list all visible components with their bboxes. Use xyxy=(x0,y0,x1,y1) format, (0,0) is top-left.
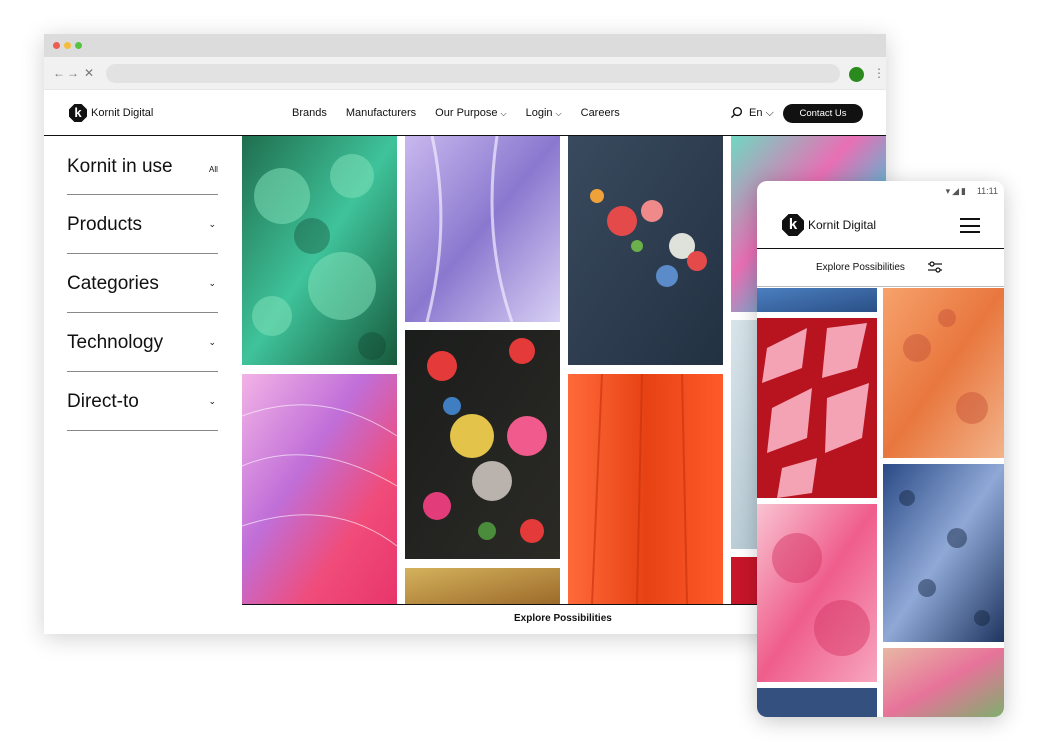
chevron-down-icon: ⌄ xyxy=(208,278,216,288)
chevron-down-icon: ⌄ xyxy=(208,219,216,229)
kornit-logo-mark-icon: k xyxy=(782,214,804,236)
nav-item-login[interactable]: Login ⌵ xyxy=(526,107,562,119)
kornit-logo-text: Kornit Digital xyxy=(91,107,154,119)
contact-us-button[interactable]: Contact Us xyxy=(783,104,863,123)
sidebar-item-categories[interactable]: Categories ⌄ xyxy=(67,273,218,295)
profile-avatar-icon[interactable] xyxy=(849,67,864,82)
chevron-down-icon: ⌄ xyxy=(208,337,216,347)
sidebar-divider xyxy=(67,194,218,195)
maximize-window-icon[interactable] xyxy=(75,42,82,49)
nav-item-label: Manufacturers xyxy=(345,107,417,119)
filter-all-link[interactable]: All xyxy=(209,165,218,174)
nav-item-label: Brands xyxy=(292,107,327,119)
kornit-logo-text: Kornit Digital xyxy=(808,218,877,232)
browser-menu-icon[interactable]: ⋮ xyxy=(873,65,885,81)
sidebar-divider xyxy=(67,430,218,431)
nav-item-our-purpose[interactable]: Our Purpose ⌵ xyxy=(435,107,506,119)
forward-arrow-icon[interactable]: → xyxy=(67,66,79,80)
nav-item-label: Careers xyxy=(580,107,620,119)
sidebar-divider xyxy=(67,371,218,372)
sidebar-item-label: Categories xyxy=(67,273,159,294)
status-time: 11:11 xyxy=(976,186,998,196)
language-selector[interactable]: En ⌵ xyxy=(749,107,774,120)
sidebar-item-label: Direct-to xyxy=(67,391,139,412)
minimize-window-icon[interactable] xyxy=(64,42,71,49)
sidebar-item-technology[interactable]: Technology ⌄ xyxy=(67,332,218,354)
address-bar[interactable] xyxy=(106,64,840,83)
stop-loading-icon[interactable]: ✕ xyxy=(84,66,94,80)
signal-battery-icon: ▾◢▮ xyxy=(945,186,968,196)
site-header: k Kornit Digital Brands Manufacturers Our … xyxy=(44,90,886,136)
nav-item-brands[interactable]: Brands xyxy=(292,107,327,119)
explore-possibilities-link[interactable]: Explore Possibilities xyxy=(514,613,612,624)
kornit-logo[interactable]: k Kornit Digital xyxy=(69,104,153,122)
chevron-down-icon: ⌵ xyxy=(500,109,507,118)
mobile-header: k Kornit Digital xyxy=(757,203,1004,249)
search-icon[interactable] xyxy=(730,106,743,119)
mobile-device-view: ▾◢▮ 11:11 k Kornit Digital Explore Possi… xyxy=(757,181,1004,717)
hamburger-menu-icon[interactable] xyxy=(960,218,980,233)
browser-titlebar xyxy=(44,34,886,57)
sidebar-item-direct-to[interactable]: Direct-to ⌄ xyxy=(67,391,218,413)
mobile-kornit-logo[interactable]: k Kornit Digital xyxy=(782,214,876,236)
sidebar-item-label: Technology xyxy=(67,332,164,353)
sidebar-item-label: Products xyxy=(67,214,142,235)
mobile-explore-label[interactable]: Explore Possibilities xyxy=(816,262,905,273)
sidebar-item-products[interactable]: Products ⌄ xyxy=(67,214,218,236)
filter-sliders-icon[interactable] xyxy=(928,261,942,273)
sidebar-title: Kornit in use xyxy=(67,156,173,177)
sidebar-divider xyxy=(67,253,218,254)
mobile-image-grid xyxy=(757,288,1004,717)
sidebar-divider xyxy=(67,312,218,313)
browser-toolbar: ← → ✕ ⋮ xyxy=(44,57,886,90)
kornit-logo-mark-icon: k xyxy=(69,104,87,122)
mobile-inspiration-tiles xyxy=(757,288,1004,717)
close-window-icon[interactable] xyxy=(53,42,60,49)
nav-item-careers[interactable]: Careers xyxy=(581,107,620,119)
mobile-explore-bar[interactable]: Explore Possibilities xyxy=(757,249,1004,287)
mobile-status-bar: ▾◢▮ 11:11 xyxy=(757,181,1004,203)
nav-item-label: Our Purpose xyxy=(435,107,498,119)
chevron-down-icon: ⌵ xyxy=(555,109,562,118)
nav-item-label: Login xyxy=(525,107,553,119)
back-arrow-icon[interactable]: ← xyxy=(53,66,65,80)
main-navigation: Brands Manufacturers Our Purpose ⌵ Login ⌵ Car… xyxy=(292,107,639,119)
nav-item-manufacturers[interactable]: Manufacturers xyxy=(346,107,416,119)
chevron-down-icon: ⌄ xyxy=(208,396,216,406)
